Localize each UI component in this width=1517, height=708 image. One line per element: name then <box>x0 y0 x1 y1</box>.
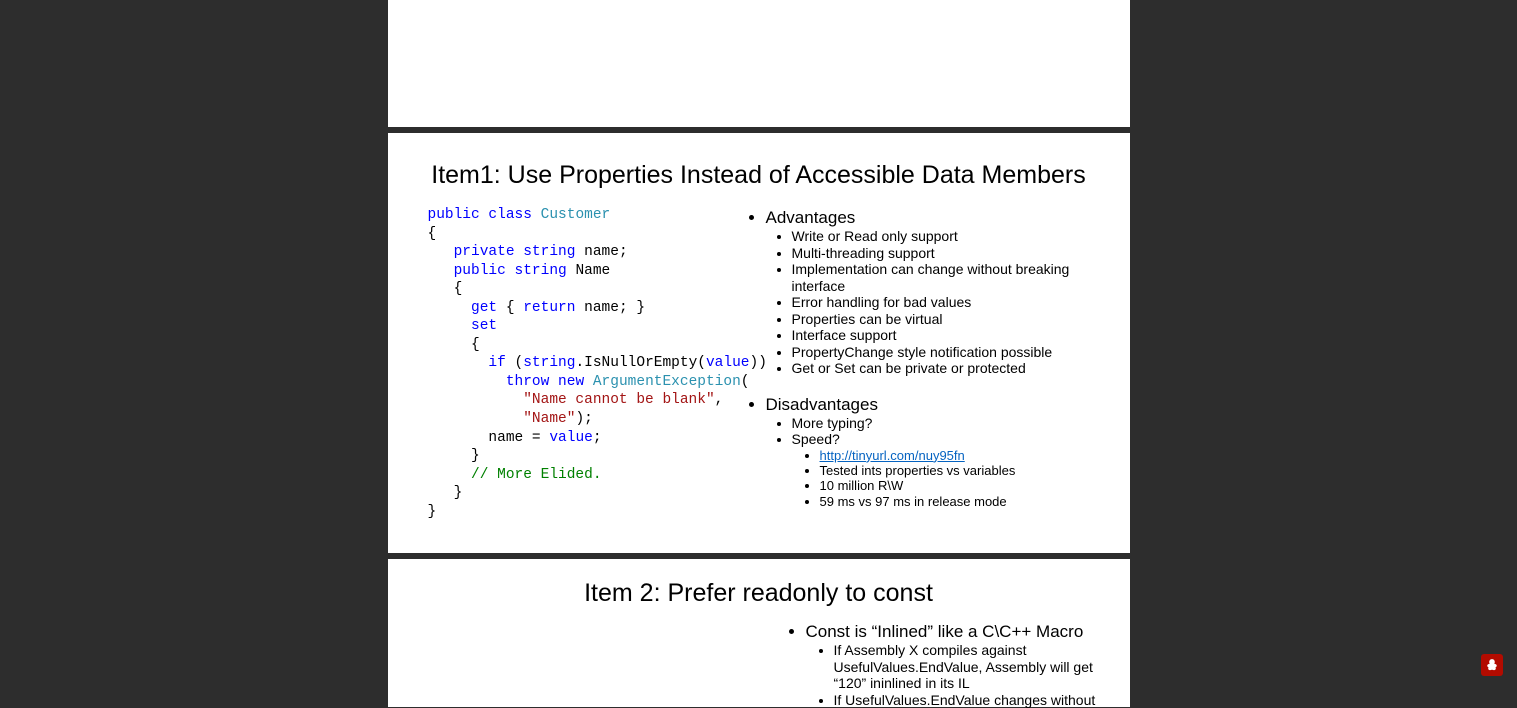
slide-prev-partial <box>388 0 1130 127</box>
slide-item2: Item 2: Prefer readonly to const Const i… <box>388 559 1130 707</box>
adv-item: Write or Read only support <box>792 228 1090 245</box>
speed-sub-item: 10 million R\W <box>820 478 1090 493</box>
adv-item: PropertyChange style notification possib… <box>792 344 1090 361</box>
adobe-pdf-icon[interactable] <box>1481 654 1503 676</box>
dis-item: Speed? <box>792 431 1090 448</box>
code-block: public class Customer { private string n… <box>428 206 728 521</box>
speed-link[interactable]: http://tinyurl.com/nuy95fn <box>820 448 965 463</box>
dis-item: More typing? <box>792 415 1090 432</box>
adv-item: Interface support <box>792 327 1090 344</box>
advantages-heading: Advantages <box>766 208 1090 228</box>
slide1-bullets: Advantages Write or Read only support Mu… <box>748 206 1090 521</box>
disadvantages-heading: Disadvantages <box>766 395 1090 415</box>
slide2-title: Item 2: Prefer readonly to const <box>418 579 1100 608</box>
slide2-sub-item: If UsefulValues.EndValue changes without <box>834 692 1100 708</box>
speed-link-item: http://tinyurl.com/nuy95fn <box>820 448 1090 463</box>
slide2-bullets: Const is “Inlined” like a C\C++ Macro If… <box>418 622 1100 708</box>
speed-sub-item: Tested ints properties vs variables <box>820 463 1090 478</box>
adv-item: Implementation can change without breaki… <box>792 261 1090 294</box>
adv-item: Get or Set can be private or protected <box>792 360 1090 377</box>
slide1-title: Item1: Use Properties Instead of Accessi… <box>428 161 1090 190</box>
speed-sub-item: 59 ms vs 97 ms in release mode <box>820 494 1090 509</box>
adv-item: Error handling for bad values <box>792 294 1090 311</box>
slide-item1: Item1: Use Properties Instead of Accessi… <box>388 133 1130 553</box>
slide2-sub-item: If Assembly X compiles against UsefulVal… <box>834 642 1100 692</box>
pdf-viewer[interactable]: Item1: Use Properties Instead of Accessi… <box>0 0 1517 708</box>
adv-item: Properties can be virtual <box>792 311 1090 328</box>
slide2-point: Const is “Inlined” like a C\C++ Macro <box>806 622 1100 642</box>
adv-item: Multi-threading support <box>792 245 1090 262</box>
